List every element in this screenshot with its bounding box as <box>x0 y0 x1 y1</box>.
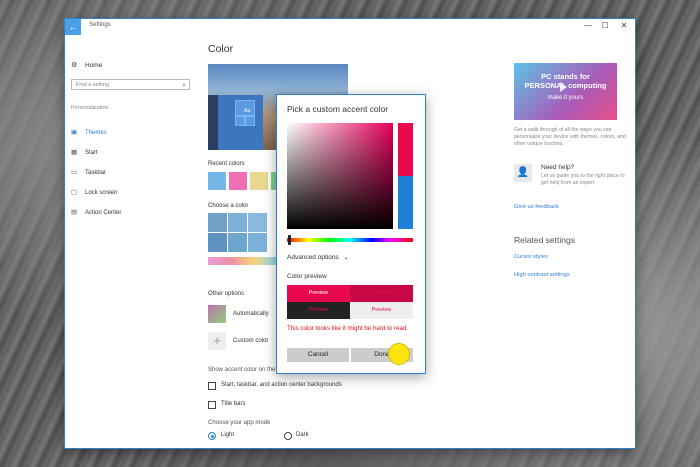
dark-label: Dark <box>296 432 309 438</box>
preview-accent-on-dark: Preview <box>287 302 350 319</box>
dialog-title: Pick a custom accent color <box>287 104 389 114</box>
cursor-styles-link[interactable]: Cursor styles <box>514 254 548 260</box>
promo-line-3: make it yours <box>547 95 584 101</box>
lock-screen-icon: ▢ <box>71 189 78 196</box>
preview-white-on-accent: Preview <box>287 285 350 302</box>
gear-icon: ⚙ <box>71 62 78 69</box>
preview-accent-on-light: Preview <box>350 302 413 319</box>
preview-tile <box>235 116 245 126</box>
close-button[interactable]: ✕ <box>616 21 632 30</box>
help-chat-icon: 👤 <box>514 164 532 182</box>
radio-dark[interactable] <box>284 432 292 440</box>
action-center-icon: ▤ <box>71 209 78 216</box>
color-swatch[interactable] <box>208 213 227 232</box>
maximize-button[interactable]: ☐ <box>597 21 613 30</box>
window-title: Settings <box>89 22 111 28</box>
sidebar-item-action-center[interactable]: ▤ Action Center <box>71 208 121 216</box>
start-icon: ▦ <box>71 149 78 156</box>
minimize-button[interactable]: — <box>580 21 596 30</box>
chevron-down-icon: ⌄ <box>343 254 349 261</box>
recent-color-swatch[interactable] <box>208 172 226 190</box>
app-mode-label: Choose your app mode <box>208 420 271 426</box>
color-swatch[interactable] <box>248 213 267 232</box>
hue-slider-thumb[interactable] <box>288 235 291 245</box>
choose-color-label: Choose a color <box>208 203 249 209</box>
section-label: Personalization <box>71 105 109 111</box>
surface-start-label: Start, taskbar, and action center backgr… <box>221 382 342 388</box>
home-label: Home <box>85 62 103 69</box>
taskbar-icon: ▭ <box>71 169 78 176</box>
advanced-options-toggle[interactable]: Advanced options ⌄ <box>287 253 349 261</box>
color-preview-label: Color preview <box>287 273 327 280</box>
search-placeholder: Find a setting <box>76 82 110 88</box>
sidebar-item-label: Action Center <box>85 210 122 216</box>
sidebar-item-label: Themes <box>85 130 107 136</box>
preview-tile-label: Aa <box>244 108 251 114</box>
color-swatch[interactable] <box>208 233 227 252</box>
title-bar: ← Settings — ☐ ✕ <box>65 19 635 35</box>
need-help-title: Need help? <box>541 164 575 171</box>
preview-tile <box>245 116 255 126</box>
color-swatch[interactable] <box>228 213 247 232</box>
new-color-preview <box>398 123 413 176</box>
preview-accent-on-dark-accent: Preview <box>350 285 413 302</box>
recent-color-swatch[interactable] <box>229 172 247 190</box>
sidebar-item-label: Start <box>85 150 98 156</box>
auto-color-label[interactable]: Automatically <box>233 311 269 317</box>
contrast-warning: This color looks like it might be hard t… <box>287 325 409 332</box>
promo-line-1: PC stands for <box>541 72 590 81</box>
sidebar: ⚙ Home Find a setting ⌕ Personalization ▣… <box>65 35 201 448</box>
advanced-options-label: Advanced options <box>287 254 339 261</box>
custom-color-dialog: Pick a custom accent color Advanced opti… <box>276 94 426 374</box>
old-color-preview <box>398 176 413 229</box>
other-options-label: Other options <box>208 291 245 297</box>
custom-color-label[interactable]: Custom color <box>233 338 268 344</box>
help-description: Let us guide you to the right place to g… <box>541 173 625 186</box>
auto-color-icon <box>208 305 226 323</box>
sidebar-item-label: Lock screen <box>85 190 118 196</box>
checkbox-title-bars[interactable] <box>208 401 216 409</box>
palette-icon: ▣ <box>71 129 78 136</box>
color-swatch[interactable] <box>248 233 267 252</box>
cursor-highlight <box>388 343 410 365</box>
recent-color-swatch[interactable] <box>250 172 268 190</box>
promo-video[interactable]: PC stands for PERSONAL computing make it… <box>514 63 617 120</box>
high-contrast-link[interactable]: High contrast settings <box>514 272 570 278</box>
related-settings-title: Related settings <box>514 235 575 245</box>
color-spectrum-picker[interactable] <box>287 123 393 229</box>
radio-light[interactable] <box>208 432 216 440</box>
sidebar-item-lock-screen[interactable]: ▢ Lock screen <box>71 188 117 196</box>
sidebar-item-taskbar[interactable]: ▭ Taskbar <box>71 168 106 176</box>
feedback-link[interactable]: Give us feedback <box>514 204 559 210</box>
promo-description: Get a walk through of all the ways you c… <box>514 127 626 147</box>
surface-title-label: Title bars <box>221 401 246 407</box>
sidebar-item-start[interactable]: ▦ Start <box>71 148 98 156</box>
sidebar-item-themes[interactable]: ▣ Themes <box>71 128 107 136</box>
light-label: Light <box>221 432 235 438</box>
recent-colors-label: Recent colors <box>208 161 245 167</box>
hue-slider[interactable] <box>287 238 413 242</box>
cancel-button[interactable]: Cancel <box>287 348 349 362</box>
checkbox-start-surface[interactable] <box>208 382 216 390</box>
preview-taskbar <box>208 95 218 150</box>
page-title: Color <box>208 43 234 55</box>
search-input[interactable]: Find a setting ⌕ <box>71 79 190 90</box>
sidebar-home[interactable]: ⚙ Home <box>71 61 102 69</box>
sidebar-item-label: Taskbar <box>85 170 107 176</box>
search-icon[interactable]: ⌕ <box>182 80 186 91</box>
color-swatch[interactable] <box>228 233 247 252</box>
color-palette-strip[interactable] <box>208 257 276 265</box>
add-icon[interactable]: + <box>208 332 226 350</box>
play-icon <box>560 82 567 92</box>
back-button[interactable]: ← <box>65 19 81 35</box>
